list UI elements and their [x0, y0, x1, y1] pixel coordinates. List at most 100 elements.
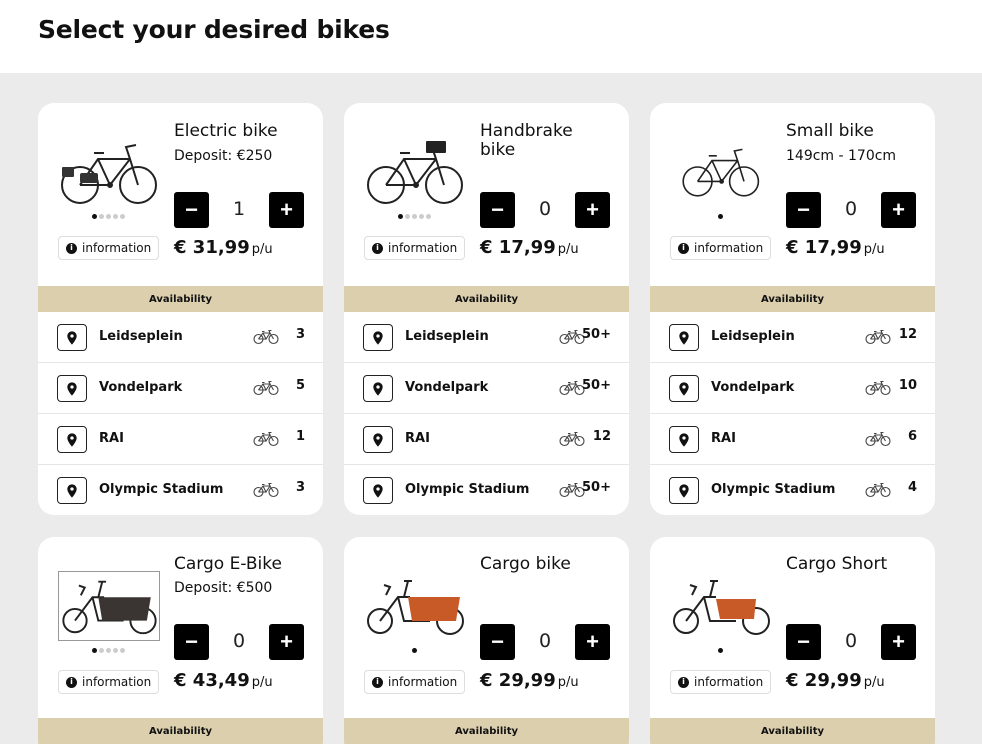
availability-header: Availability — [38, 718, 323, 744]
quantity-value: 0 — [844, 198, 858, 220]
decrease-button[interactable]: − — [786, 624, 821, 660]
small-bike-image[interactable] — [670, 137, 772, 207]
info-icon: i — [372, 676, 383, 688]
decrease-button[interactable]: − — [480, 192, 515, 228]
location-count: 6 — [907, 429, 917, 444]
bike-name: Electric bike — [174, 121, 278, 141]
increase-button[interactable]: + — [881, 192, 916, 228]
image-carousel-dots[interactable] — [394, 214, 434, 220]
increase-button[interactable]: + — [881, 624, 916, 660]
location-row: RAI 12 — [344, 414, 629, 465]
location-row: Olympic Stadium 4 — [650, 465, 935, 515]
location-pin-icon — [57, 375, 87, 402]
location-name: RAI — [711, 431, 736, 446]
increase-button[interactable]: + — [575, 624, 610, 660]
availability-header: Availability — [344, 286, 629, 312]
location-pin-icon — [363, 477, 393, 504]
handbrake-bike-image[interactable] — [364, 137, 466, 207]
bike-icon — [865, 482, 891, 498]
location-row: Olympic Stadium 3 — [38, 465, 323, 515]
quantity-stepper: − 0 + — [480, 624, 610, 660]
location-row: RAI 6 — [650, 414, 935, 465]
bike-name: Cargo bike — [480, 554, 571, 574]
information-button[interactable]: i information — [670, 670, 772, 694]
location-pin-icon — [669, 426, 699, 453]
bike-icon — [253, 380, 279, 396]
increase-button[interactable]: + — [269, 192, 304, 228]
information-button[interactable]: i information — [364, 236, 466, 260]
bike-card-handbrake: i information Handbrake bike − 0 + € 17,… — [344, 103, 629, 515]
cargo-short-image[interactable] — [670, 571, 772, 641]
location-count: 50+ — [582, 378, 611, 393]
location-row: Leidseplein 50+ — [344, 312, 629, 363]
info-icon: i — [66, 676, 77, 688]
location-pin-icon — [57, 324, 87, 351]
location-name: Olympic Stadium — [99, 482, 224, 497]
location-pin-icon — [57, 426, 87, 453]
location-name: Vondelpark — [405, 380, 489, 395]
info-icon: i — [678, 676, 689, 688]
availability-header: Availability — [650, 286, 935, 312]
availability-header: Availability — [38, 286, 323, 312]
bike-icon — [559, 431, 585, 447]
quantity-value: 0 — [844, 630, 858, 652]
image-carousel-dots[interactable] — [700, 648, 740, 654]
location-pin-icon — [57, 477, 87, 504]
price: € 17,99 p/u — [480, 237, 579, 258]
increase-button[interactable]: + — [269, 624, 304, 660]
quantity-value: 0 — [538, 630, 552, 652]
info-icon: i — [678, 242, 689, 254]
location-row: Vondelpark 5 — [38, 363, 323, 414]
information-button[interactable]: i information — [364, 670, 466, 694]
decrease-button[interactable]: − — [174, 192, 209, 228]
quantity-value: 0 — [538, 198, 552, 220]
location-count: 10 — [898, 378, 917, 393]
location-name: RAI — [405, 431, 430, 446]
location-name: Vondelpark — [711, 380, 795, 395]
bike-name: Small bike — [786, 121, 874, 141]
location-row: Vondelpark 10 — [650, 363, 935, 414]
bike-name: Cargo E-Bike — [174, 554, 282, 574]
price: € 29,99 p/u — [786, 670, 885, 691]
decrease-button[interactable]: − — [174, 624, 209, 660]
bike-icon — [865, 380, 891, 396]
location-row: Leidseplein 3 — [38, 312, 323, 363]
page-header: Select your desired bikes — [0, 0, 982, 73]
image-carousel-dots[interactable] — [88, 214, 128, 220]
image-carousel-dots[interactable] — [394, 648, 434, 654]
cargo-e-bike-image[interactable] — [58, 571, 160, 641]
location-row: RAI 1 — [38, 414, 323, 465]
location-pin-icon — [363, 426, 393, 453]
location-count: 50+ — [582, 327, 611, 342]
bike-icon — [253, 482, 279, 498]
location-row: Leidseplein 12 — [650, 312, 935, 363]
location-pin-icon — [669, 477, 699, 504]
information-button[interactable]: i information — [670, 236, 772, 260]
information-button[interactable]: i information — [58, 670, 160, 694]
quantity-stepper: − 0 + — [786, 624, 916, 660]
price: € 43,49 p/u — [174, 670, 273, 691]
image-carousel-dots[interactable] — [88, 648, 128, 654]
bike-icon — [253, 329, 279, 345]
bike-height-range: 149cm - 170cm — [786, 148, 897, 164]
location-count: 4 — [907, 480, 917, 495]
increase-button[interactable]: + — [575, 192, 610, 228]
location-count: 3 — [295, 480, 305, 495]
location-row: Olympic Stadium 50+ — [344, 465, 629, 515]
location-pin-icon — [363, 324, 393, 351]
availability-header: Availability — [344, 718, 629, 744]
information-button[interactable]: i information — [58, 236, 160, 260]
decrease-button[interactable]: − — [480, 624, 515, 660]
electric-bike-image[interactable] — [58, 137, 160, 207]
image-carousel-dots[interactable] — [700, 214, 740, 220]
bike-card-cargo-short: i information Cargo Short − 0 + € 29,99 p… — [650, 537, 935, 744]
quantity-stepper: − 0 + — [786, 192, 916, 228]
location-count: 12 — [898, 327, 917, 342]
quantity-value: 0 — [232, 630, 246, 652]
cargo-bike-image[interactable] — [364, 571, 466, 641]
decrease-button[interactable]: − — [786, 192, 821, 228]
location-name: RAI — [99, 431, 124, 446]
location-count: 1 — [295, 429, 305, 444]
price: € 17,99 p/u — [786, 237, 885, 258]
location-name: Leidseplein — [99, 329, 183, 344]
